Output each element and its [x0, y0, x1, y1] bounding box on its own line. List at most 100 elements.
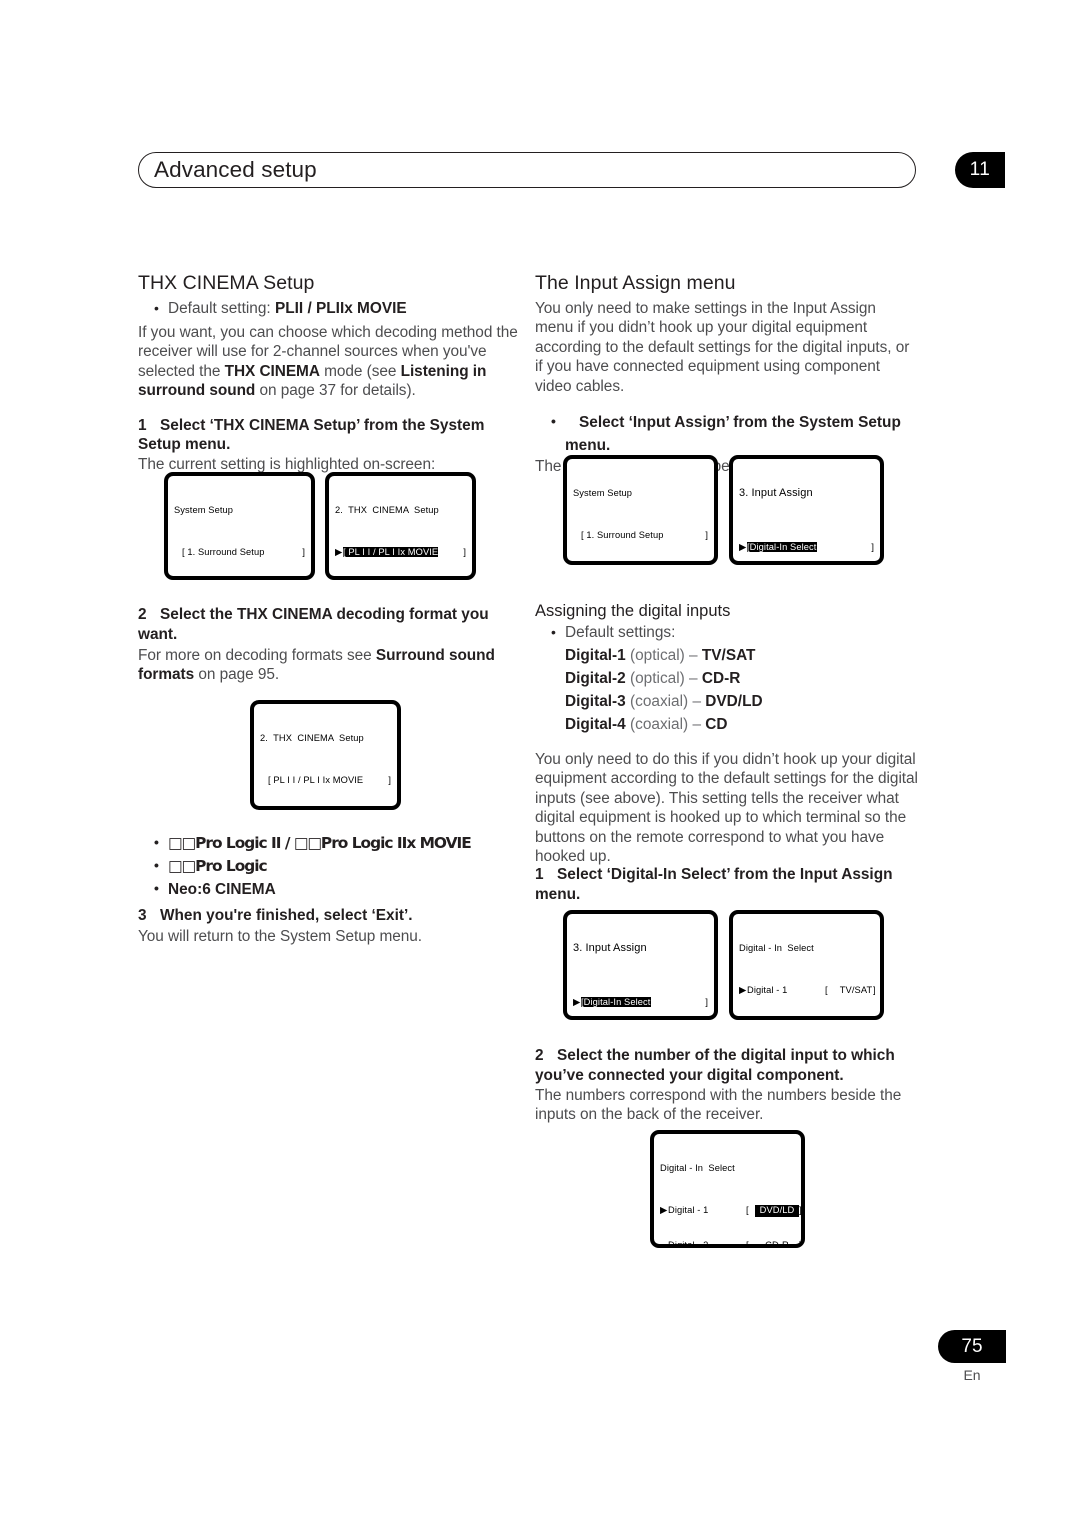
- format-option-label: □□Pro Logic: [168, 857, 268, 875]
- osd-system-setup-input-assign: System Setup [ 1. Surround Setup] [ 2. T…: [563, 455, 718, 565]
- osd-thx-cinema-setup-1-inner: 2. THX CINEMA Setup ▶[ PL I I / PL I Ix …: [335, 482, 466, 570]
- left-step-1: 1 Select ‘THX CINEMA Setup’ from the Syst…: [138, 416, 521, 455]
- thx-intro-part3: on page 37 for details).: [255, 382, 416, 400]
- left-step-1-text: Select ‘THX CINEMA Setup’ from the Syste…: [138, 416, 485, 454]
- default-setting-type: (optical): [630, 670, 685, 687]
- input-assign-bullet-step-text: Select ‘Input Assign’ from the System Se…: [565, 414, 901, 455]
- osd-row: [ PL I I / PL I Ix MOVIE]: [260, 775, 391, 787]
- left-step-3-number: 3: [138, 907, 147, 924]
- right-step-2-body: The numbers correspond with the numbers …: [535, 1087, 902, 1124]
- osd-row-bracket: ]: [388, 774, 391, 785]
- osd-row-text: [Digital-In Select: [747, 541, 817, 552]
- osd-cursor: [660, 1240, 668, 1244]
- osd-system-setup-thx-inner: System Setup [ 1. Surround Setup] ▶[ 2. …: [174, 482, 305, 570]
- osd-input-assign-2: 3. Input Assign ▶[Digital-In Select] [Co…: [563, 910, 718, 1020]
- default-setting-bullet: Default setting: PLII / PLIIx MOVIE: [154, 298, 521, 319]
- default-setting-value: DVD/LD: [705, 693, 763, 710]
- osd-cursor: [573, 530, 581, 542]
- default-settings-label-list: Default settings:: [535, 622, 934, 643]
- default-setting-type: (coaxial): [630, 693, 689, 710]
- page-header: Advanced setup: [138, 152, 918, 190]
- osd-row-text: [ 1. Surround Setup: [182, 546, 265, 557]
- osd-title: 3. Input Assign: [739, 487, 813, 500]
- left-step-1-number: 1: [138, 416, 147, 434]
- osd-cursor: ▶: [739, 541, 747, 552]
- input-assign-bullet-step-list: Select ‘Input Assign’ from the System Se…: [535, 410, 918, 457]
- default-setting-name: Digital-1: [565, 647, 626, 664]
- osd-row: ▶Digital - 1[TV/SAT]: [739, 984, 876, 995]
- osd-digital-in-select-2-inner: Digital - In Select ▶Digital - 1[DVD/LD]…: [660, 1140, 802, 1244]
- default-settings-label-text: Default settings:: [565, 624, 676, 641]
- osd-title: 2. THX CINEMA Setup: [335, 505, 439, 516]
- osd-row: ▶[Digital-In Select]: [739, 541, 874, 554]
- page-number-badge: 75: [938, 1330, 1006, 1363]
- default-setting-name: Digital-3: [565, 693, 626, 710]
- page-language-label: En: [963, 1367, 981, 1383]
- default-setting-value: CD: [705, 716, 728, 733]
- osd-row-bracket: ]: [705, 530, 708, 542]
- osd-row-text: [Digital-In Select: [581, 996, 651, 1007]
- osd-row-label: Digital - 1: [668, 1204, 709, 1215]
- format-option-label: Neo:6 CINEMA: [168, 881, 276, 898]
- osd-title: 2. THX CINEMA Setup: [260, 733, 364, 744]
- osd-row-text: [ 1. Surround Setup: [581, 529, 664, 540]
- left-step-2-body-part2: on page 95.: [194, 666, 280, 684]
- section-title-thx-cinema-setup: THX CINEMA Setup: [138, 272, 315, 294]
- right-step-2-text: Select the number of the digital input t…: [535, 1047, 895, 1084]
- section-title-input-assign-menu: The Input Assign menu: [535, 272, 736, 294]
- thx-intro-paragraph: If you want, you can choose which decodi…: [138, 323, 521, 401]
- osd-input-assign-1: 3. Input Assign ▶[Digital-In Select] [Co…: [729, 455, 884, 565]
- right-step-2-number: 2: [535, 1047, 544, 1064]
- default-setting-value: TV/SAT: [701, 647, 756, 664]
- osd-title: Digital - In Select: [739, 943, 814, 954]
- osd-thx-cinema-setup-2: 2. THX CINEMA Setup [ PL I I / PL I Ix M…: [250, 700, 401, 810]
- default-setting-name: Digital-2: [565, 670, 626, 687]
- default-settings-label: Default settings:: [551, 622, 934, 643]
- left-step-2-number: 2: [138, 606, 147, 623]
- osd-row: [ 1. Surround Setup]: [174, 547, 305, 559]
- osd-digital-in-select-2: Digital - In Select ▶Digital - 1[DVD/LD]…: [650, 1130, 805, 1248]
- default-setting-row: Digital-2 (optical) – CD-R: [565, 670, 741, 687]
- osd-input-assign-1-inner: 3. Input Assign ▶[Digital-In Select] [Co…: [739, 465, 874, 555]
- format-option-item: Neo:6 CINEMA: [154, 877, 537, 901]
- default-setting-prefix: Default setting:: [168, 300, 275, 317]
- default-setting-row: Digital-4 (coaxial) – CD: [565, 716, 728, 733]
- default-setting-row: Digital-3 (coaxial) – DVD/LD: [565, 693, 763, 710]
- osd-row-label: Digital - 1: [747, 984, 788, 995]
- osd-row: ▶Digital - 1[DVD/LD]: [660, 1204, 802, 1217]
- right-column: The Input Assign menu You only need to m…: [535, 272, 918, 1248]
- right-step-1-text: Select ‘Digital-In Select’ from the Inpu…: [535, 866, 893, 903]
- osd-input-assign-2-inner: 3. Input Assign ▶[Digital-In Select] [Co…: [573, 920, 708, 1010]
- format-options-list: □□Pro Logic II / □□Pro Logic IIx MOVIE □…: [138, 831, 537, 901]
- osd-digital-in-select-1: Digital - In Select ▶Digital - 1[TV/SAT]…: [729, 910, 884, 1020]
- thx-intro-bold1: THX CINEMA: [224, 362, 320, 380]
- default-setting-row: Digital-1 (optical) – TV/SAT: [565, 647, 756, 664]
- osd-system-setup-input-assign-inner: System Setup [ 1. Surround Setup] [ 2. T…: [573, 465, 708, 555]
- osd-row-bracket: ]: [871, 541, 874, 552]
- left-step-2-body: For more on decoding formats see Surroun…: [138, 646, 521, 685]
- chapter-number-badge: 11: [955, 152, 1005, 188]
- osd-title: System Setup: [174, 505, 234, 516]
- format-option-item: □□Pro Logic: [154, 854, 537, 878]
- input-assign-intro: You only need to make settings in the In…: [535, 300, 910, 395]
- osd-cursor: ▶: [573, 996, 581, 1007]
- default-setting-name: Digital-4: [565, 716, 626, 733]
- left-step-2: 2 Select the THX CINEMA decoding format y…: [138, 605, 521, 644]
- left-step-3-body: You will return to the System Setup menu…: [138, 928, 422, 945]
- osd-title: System Setup: [573, 488, 633, 499]
- left-step-3: 3 When you're finished, select ‘Exit’.: [138, 906, 521, 926]
- osd-title: Digital - In Select: [660, 1163, 735, 1174]
- osd-row: ▶[ PL I I / PL I Ix MOVIE]: [335, 546, 466, 559]
- osd-row: Digital - 2[CD-R]: [660, 1239, 801, 1248]
- osd-cursor: ▶: [335, 546, 343, 557]
- osd-title: 3. Input Assign: [573, 942, 647, 955]
- osd-row-text: [ PL I I / PL I Ix MOVIE: [343, 546, 439, 557]
- osd-row-label: Digital - 2: [668, 1239, 709, 1248]
- osd-digital-in-select-1-inner: Digital - In Select ▶Digital - 1[TV/SAT]…: [739, 920, 876, 1010]
- default-setting-type: (coaxial): [630, 716, 689, 733]
- osd-cursor: [174, 547, 182, 559]
- osd-row-value: DVD/LD: [755, 1204, 799, 1217]
- default-setting-type: (optical): [630, 647, 685, 664]
- format-option-item: □□Pro Logic II / □□Pro Logic IIx MOVIE: [154, 831, 537, 855]
- default-setting-value: CD-R: [701, 670, 741, 687]
